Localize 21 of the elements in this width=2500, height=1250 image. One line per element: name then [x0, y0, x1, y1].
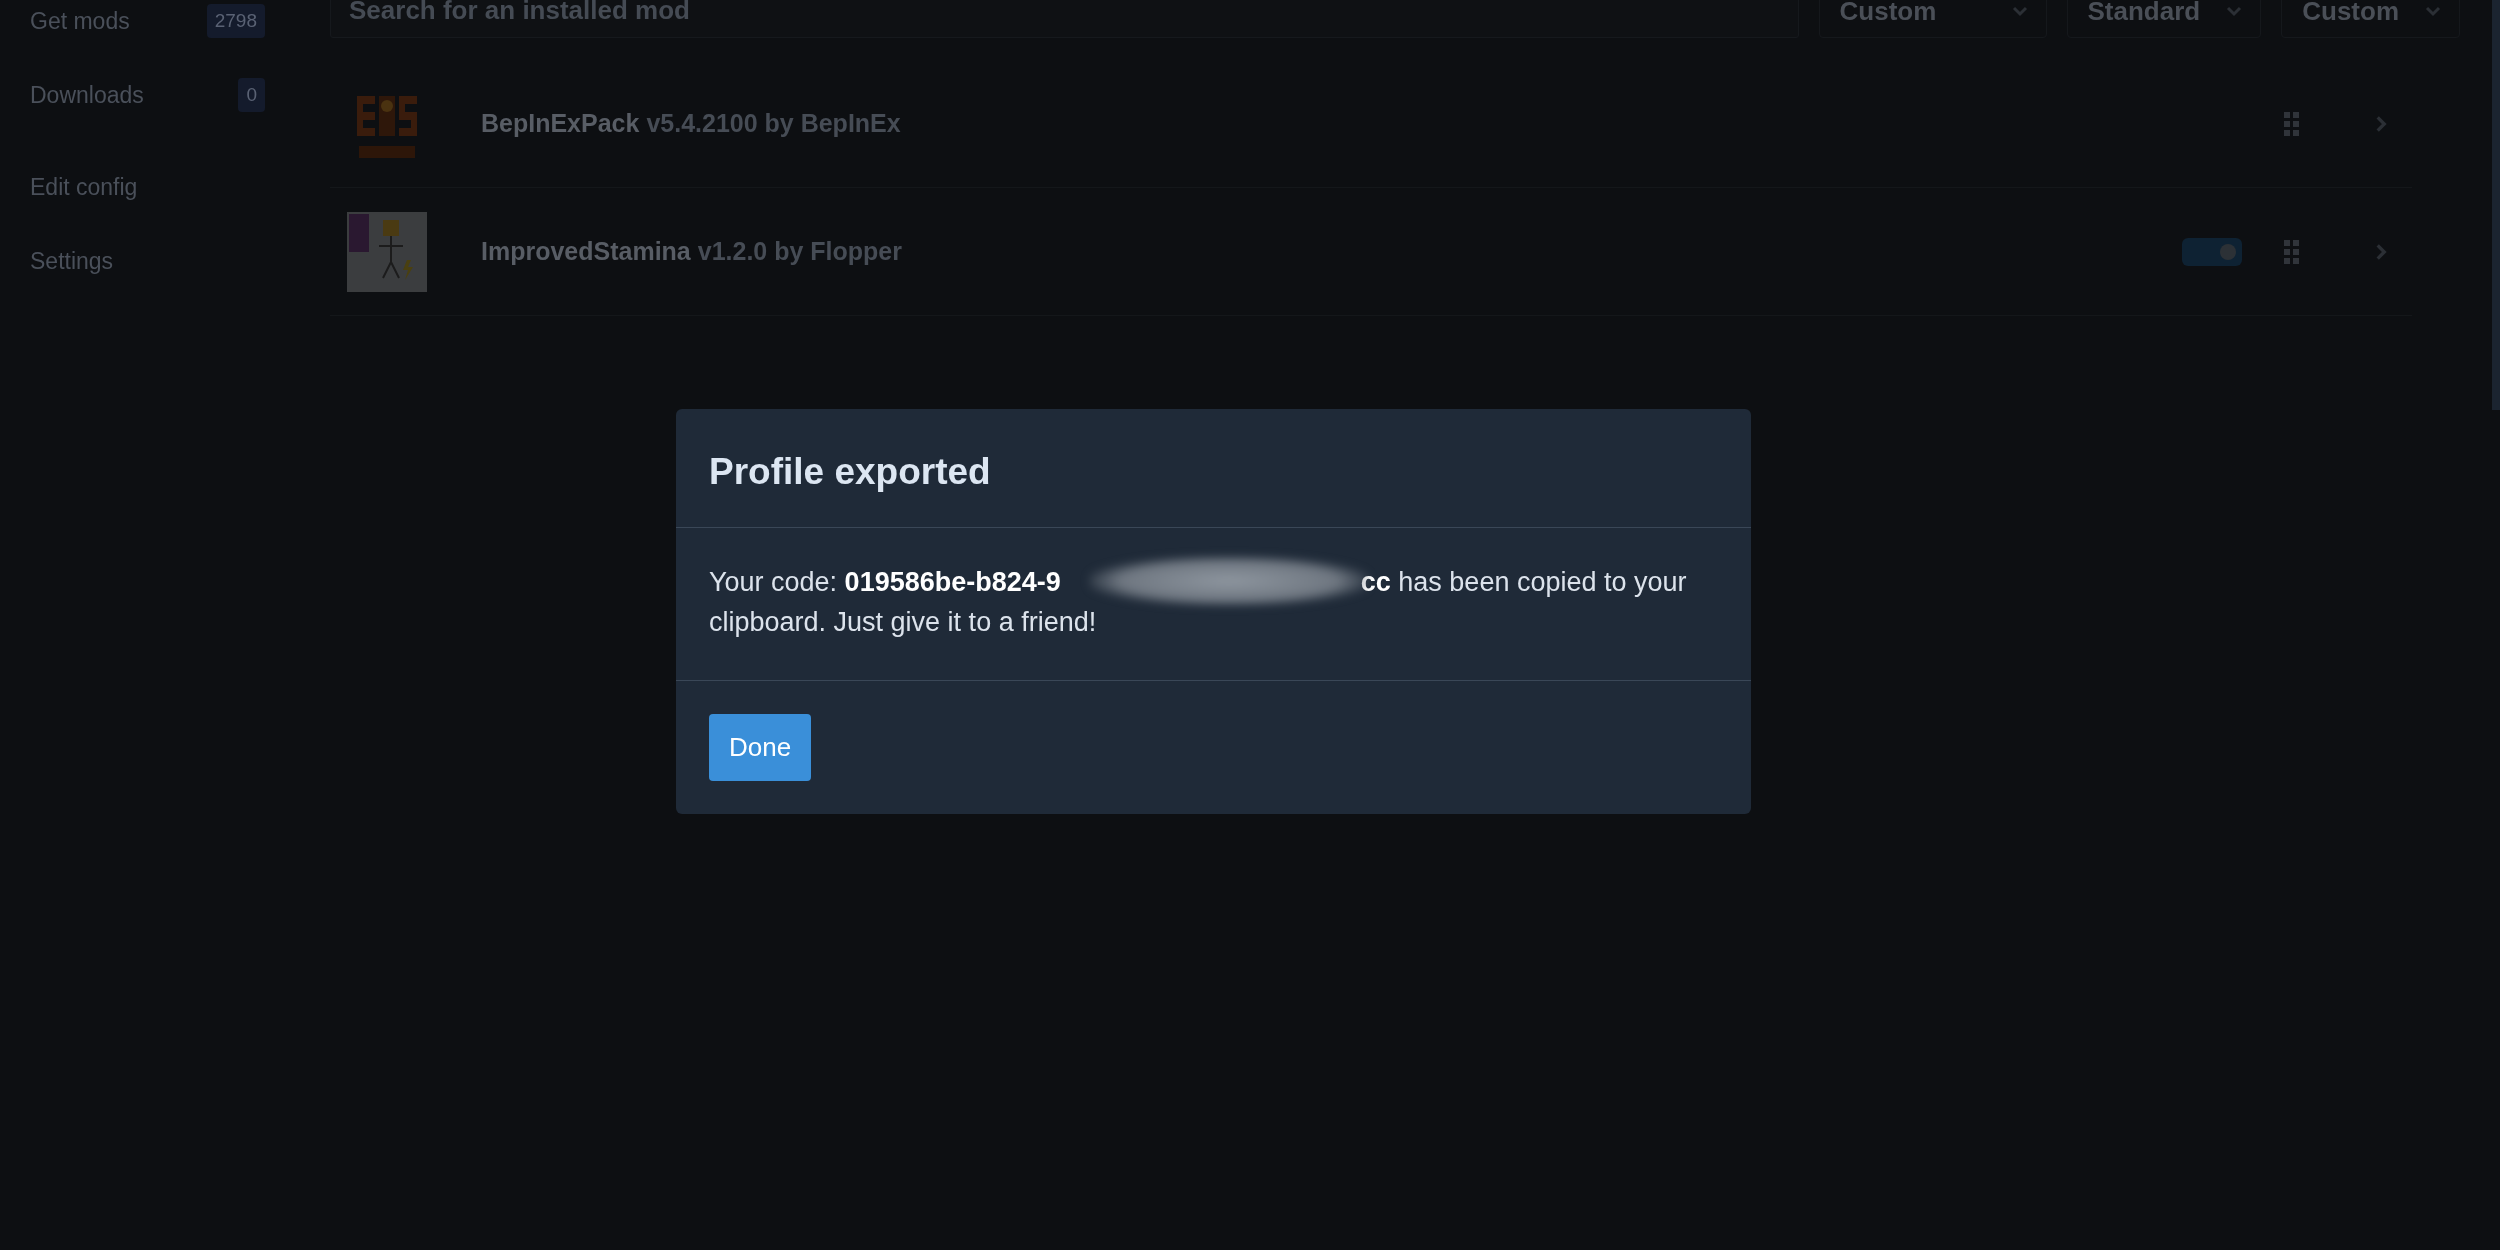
drag-handle-icon[interactable] — [2284, 111, 2300, 136]
dropdown[interactable]: Standard — [2066, 0, 2262, 38]
drag-handle-icon[interactable] — [2284, 239, 2300, 264]
mod-row[interactable]: ImprovedStamina v1.2.0 by Flopper — [330, 188, 2412, 316]
mod-title: BepInExPack v5.4.2100 by BepInEx — [481, 109, 902, 138]
done-button[interactable]: Done — [709, 714, 812, 781]
count-badge: 2798 — [206, 4, 265, 38]
search-field[interactable]: Search for an installed mod — [330, 0, 1799, 38]
mod-title: ImprovedStamina v1.2.0 by Flopper — [481, 237, 903, 266]
mod-row[interactable]: BepInExPack v5.4.2100 by BepInEx — [330, 60, 2412, 188]
dialog-message: Your code: 019586be-b824-9 cc has been copied to your clipboard. Just give it to a friend! — [709, 562, 1718, 642]
enable-toggle[interactable] — [2182, 237, 2242, 266]
sidebar-item[interactable]: Downloads — [30, 81, 144, 109]
sidebar-item[interactable]: Settings — [30, 247, 114, 275]
dropdown[interactable]: Custom — [2281, 0, 2460, 38]
sidebar-item[interactable]: Edit config — [30, 173, 138, 201]
dropdown[interactable]: Custom — [1818, 0, 2047, 38]
count-badge: 0 — [238, 78, 265, 112]
scrollbar[interactable] — [2492, 0, 2500, 410]
dialog-title: Profile exported — [676, 409, 1751, 528]
sidebar-item[interactable]: Get mods — [30, 7, 130, 35]
